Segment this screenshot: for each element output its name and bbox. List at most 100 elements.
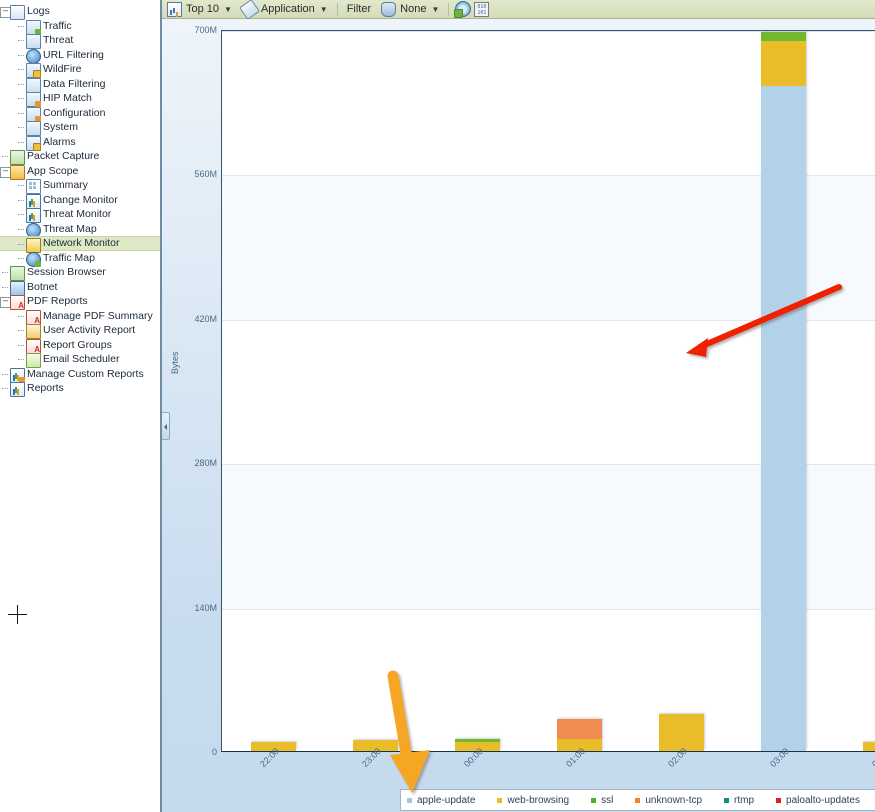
tree-connector xyxy=(18,112,24,114)
group-by-selector[interactable]: Application ▼ xyxy=(237,0,333,20)
reports-icon xyxy=(10,382,25,397)
sidebar-item-label: PDF Reports xyxy=(27,295,88,307)
y-axis-tick-label: 0 xyxy=(211,747,217,757)
bar-segment-ssl[interactable] xyxy=(454,739,500,742)
sidebar-item-reports[interactable]: Reports xyxy=(0,381,160,397)
sidebar-item-label: Data Filtering xyxy=(43,77,106,90)
sidebar-item-label: Session Browser xyxy=(27,266,106,278)
sidebar-item-manage-custom-reports[interactable]: Manage Custom Reports xyxy=(0,367,160,383)
sidebar-item-traffic-map[interactable]: Traffic Map xyxy=(0,251,160,267)
tree-connector xyxy=(2,156,8,157)
tree-connector xyxy=(18,257,24,259)
export-raw-data-button[interactable]: 010 101 xyxy=(472,1,491,18)
legend-item[interactable]: rtmp xyxy=(724,795,754,806)
sidebar-item-data-filtering[interactable]: Data Filtering xyxy=(0,77,160,93)
sidebar-item-label: System xyxy=(43,121,79,133)
tree-connector xyxy=(18,244,24,245)
tree-connector xyxy=(18,315,24,317)
sidebar-item-label: Manage PDF Summary xyxy=(43,309,153,322)
tree-connector xyxy=(18,214,24,215)
sidebar-item-label: Botnet xyxy=(27,280,58,293)
chevron-down-icon: ▼ xyxy=(431,4,440,14)
sidebar-item-packet-capture[interactable]: Packet Capture xyxy=(0,149,160,165)
refresh-icon xyxy=(453,1,471,18)
tree-connector xyxy=(18,83,24,85)
toolbar-separator xyxy=(336,2,338,16)
sidebar-item-threat[interactable]: Threat xyxy=(0,33,160,49)
sidebar-item-hip-match[interactable]: HIP Match xyxy=(0,91,160,107)
sidebar-item-summary[interactable]: Summary xyxy=(0,178,160,194)
legend-label: unknown-tcp xyxy=(645,794,703,806)
sidebar-item-logs[interactable]: Logs xyxy=(0,4,160,20)
sidebar-item-change-monitor[interactable]: Change Monitor xyxy=(0,193,160,209)
bar-segment-web-browsing[interactable] xyxy=(862,741,875,751)
sidebar-item-label: Email Scheduler xyxy=(43,353,120,365)
sidebar-item-threat-map[interactable]: Threat Map xyxy=(0,222,160,238)
sidebar-item-label: Reports xyxy=(27,382,64,394)
legend-item[interactable]: ssl xyxy=(591,795,613,806)
navigation-sidebar[interactable]: Logs Traffic Threat URL Filtering WildFire Da… xyxy=(0,0,161,812)
tree-connector xyxy=(18,199,24,201)
filter-label-static: Filter xyxy=(342,1,376,18)
tree-connector xyxy=(18,25,24,27)
tree-connector xyxy=(18,69,24,70)
legend-swatch xyxy=(776,797,782,803)
sidebar-item-label: Summary xyxy=(43,179,88,191)
tree-connector xyxy=(18,185,24,186)
sidebar-item-session-browser[interactable]: Session Browser xyxy=(0,265,160,281)
sidebar-item-label: Logs xyxy=(27,5,50,17)
sidebar-item-wildfire[interactable]: WildFire xyxy=(0,62,160,78)
bar-segment-web-browsing[interactable] xyxy=(760,41,806,86)
legend-swatch xyxy=(407,797,412,803)
y-axis-tick-label: 560M xyxy=(194,169,217,180)
sidebar-item-label: Traffic Map xyxy=(43,251,95,264)
refresh-button[interactable] xyxy=(453,1,472,18)
sidebar-item-pdf-reports[interactable]: PDF Reports xyxy=(0,294,160,310)
legend-swatch xyxy=(635,797,641,803)
chart-toolbar[interactable]: Top 10 ▼ Application ▼ Filter None ▼ 010… xyxy=(162,0,875,20)
shield-user-icon xyxy=(381,1,397,17)
sidebar-item-label: Threat Monitor xyxy=(43,208,112,220)
sidebar-item-label: Network Monitor xyxy=(43,237,120,249)
sidebar-item-system[interactable]: System xyxy=(0,120,160,136)
legend-item[interactable]: apple-update xyxy=(407,795,475,806)
sidebar-item-traffic[interactable]: Traffic xyxy=(0,19,160,35)
filter-selector[interactable]: None ▼ xyxy=(376,1,444,18)
sidebar-item-threat-monitor[interactable]: Threat Monitor xyxy=(0,207,160,223)
chevron-down-icon: ▼ xyxy=(224,4,232,14)
sidebar-item-network-monitor[interactable]: Network Monitor xyxy=(0,236,160,253)
legend-item[interactable]: unknown-tcp xyxy=(635,795,702,806)
tree-connector xyxy=(18,344,24,346)
legend-swatch xyxy=(591,797,597,803)
tree-connector xyxy=(18,330,24,331)
sidebar-item-label: Packet Capture xyxy=(27,150,100,162)
bar-segment-unknown-tcp[interactable] xyxy=(556,719,602,739)
sidebar-item-configuration[interactable]: Configuration xyxy=(0,106,160,122)
raw-data-icon: 010 101 xyxy=(474,1,490,17)
top-n-selector[interactable]: Top 10 ▼ xyxy=(162,1,237,18)
chart-legend[interactable]: apple-update web-browsing ssl unknown-tcp rt… xyxy=(400,789,875,811)
sidebar-item-app-scope[interactable]: App Scope xyxy=(0,164,160,180)
tree-connector xyxy=(18,54,24,56)
sidebar-item-label: App Scope xyxy=(27,164,79,177)
bar-segment-ssl[interactable] xyxy=(760,32,806,42)
sidebar-item-alarms[interactable]: Alarms xyxy=(0,135,160,151)
chart-bar[interactable] xyxy=(862,741,875,751)
legend-item[interactable]: web-browsing xyxy=(497,795,569,806)
sidebar-item-label: Threat xyxy=(43,34,74,46)
sidebar-item-user-activity-report[interactable]: User Activity Report xyxy=(0,323,160,339)
tree-connector xyxy=(2,286,8,288)
chart-bar[interactable] xyxy=(760,32,806,751)
bar-segment-apple-update[interactable] xyxy=(760,85,806,751)
sidebar-item-manage-pdf-summary[interactable]: Manage PDF Summary xyxy=(0,309,160,325)
sidebar-item-label: Manage Custom Reports xyxy=(27,367,144,380)
legend-item[interactable]: paloalto-updates xyxy=(776,795,860,806)
sidebar-item-email-scheduler[interactable]: Email Scheduler xyxy=(0,352,160,368)
sidebar-item-report-groups[interactable]: Report Groups xyxy=(0,338,160,354)
sidebar-item-botnet[interactable]: Botnet xyxy=(0,280,160,296)
y-axis-tick-label: 140M xyxy=(194,602,217,613)
sidebar-item-label: User Activity Report xyxy=(43,324,136,336)
sidebar-item-url-filtering[interactable]: URL Filtering xyxy=(0,48,160,64)
sidebar-collapse-handle[interactable] xyxy=(162,412,170,440)
filter-value: None xyxy=(400,3,427,15)
